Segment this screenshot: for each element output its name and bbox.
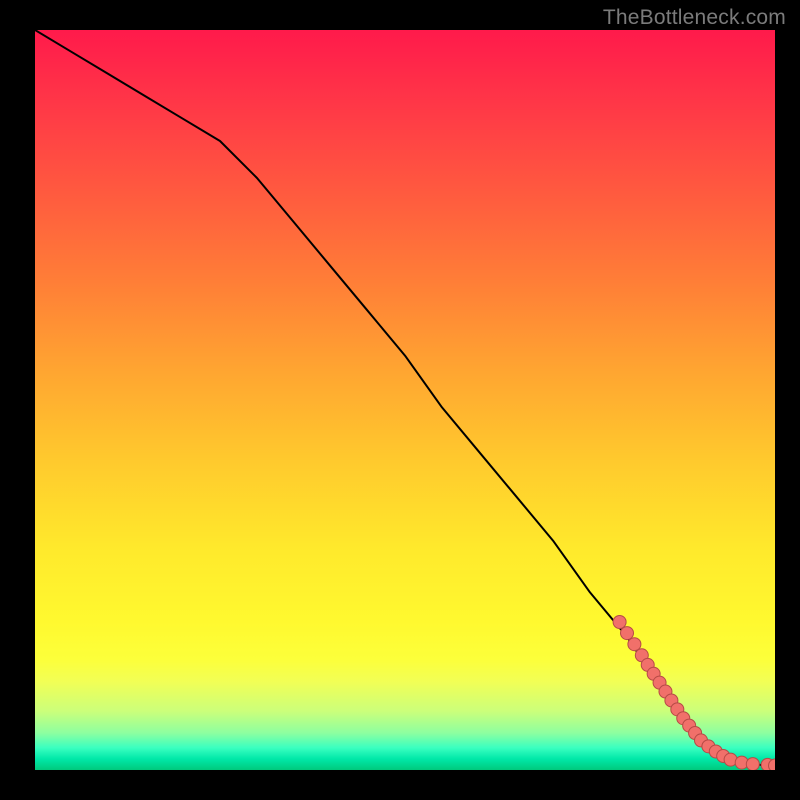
data-point [647,667,660,680]
data-point [683,719,696,732]
watermark-text: TheBottleneck.com [603,6,786,30]
data-point [709,745,722,758]
curve-line [35,30,775,766]
data-point [613,616,626,629]
data-point [746,758,759,770]
data-point [695,734,708,747]
plot-area [35,30,775,770]
data-point [761,758,774,770]
data-point [665,694,678,707]
data-point [621,627,634,640]
data-point [653,676,666,689]
data-point [635,649,648,662]
data-point [735,756,748,769]
data-point [689,727,702,740]
chart-svg [35,30,775,770]
chart-stage: TheBottleneck.com [0,0,800,800]
data-point [702,740,715,753]
data-point [659,685,672,698]
data-point [628,638,641,651]
data-point [677,712,690,725]
data-point [717,749,730,762]
scatter-dots [613,616,775,771]
data-point [671,703,684,716]
data-point [641,658,654,671]
data-point [724,753,737,766]
data-point [769,759,776,770]
